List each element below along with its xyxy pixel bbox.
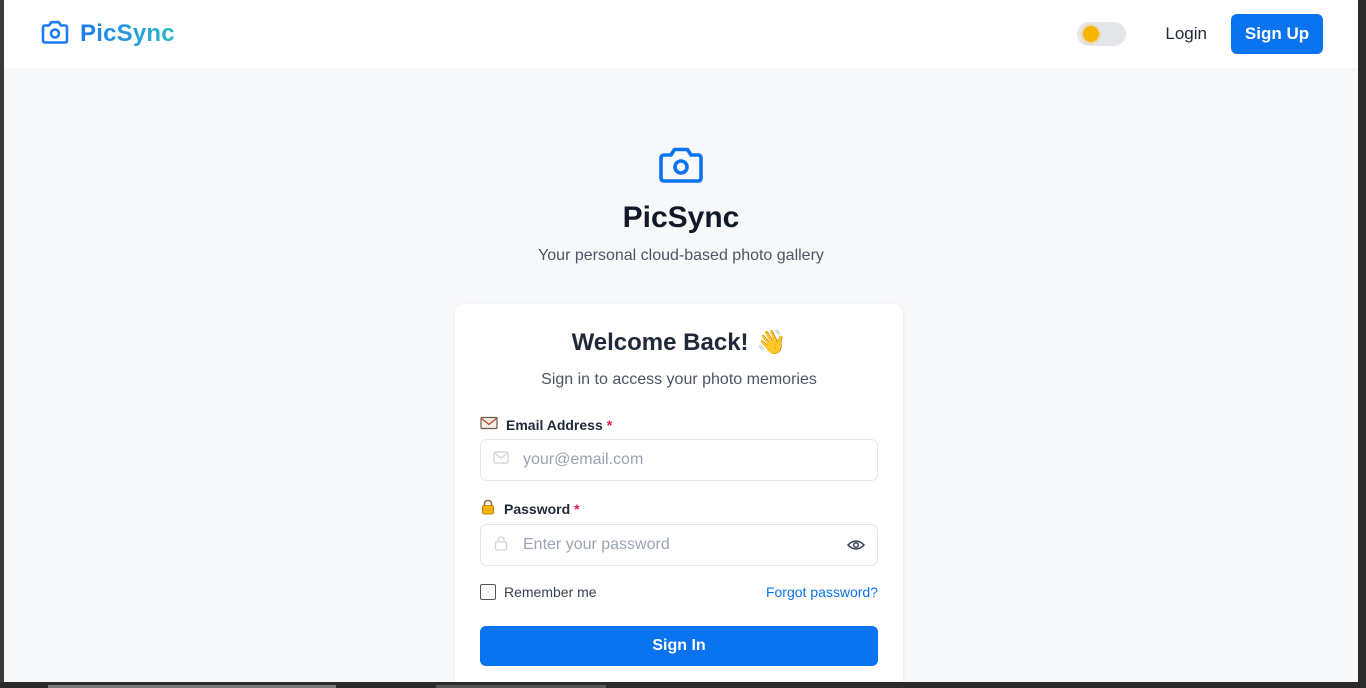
- login-link[interactable]: Login: [1165, 24, 1207, 44]
- brand-logo[interactable]: PicSync: [40, 19, 175, 50]
- hero-title: PicSync: [622, 201, 740, 234]
- signup-button[interactable]: Sign Up: [1231, 14, 1323, 54]
- email-label: Email Address *: [480, 416, 878, 433]
- vertical-scrollbar[interactable]: [1358, 0, 1366, 688]
- options-row: Remember me Forgot password?: [480, 584, 878, 600]
- navbar: PicSync Login Sign Up: [4, 0, 1358, 68]
- password-field[interactable]: [480, 524, 878, 566]
- required-mark: *: [574, 500, 580, 517]
- mail-icon: [493, 451, 509, 469]
- card-subtitle: Sign in to access your photo memories: [541, 371, 817, 388]
- page-viewport: PicSync Login Sign Up PicSync Your perso…: [4, 0, 1358, 682]
- password-label-text: Password: [504, 500, 571, 517]
- theme-toggle[interactable]: [1077, 22, 1127, 46]
- email-label-text: Email Address: [506, 416, 603, 433]
- password-input[interactable]: [523, 536, 847, 554]
- brand-name: PicSync: [80, 20, 175, 47]
- email-field[interactable]: [480, 439, 878, 481]
- remember-checkbox[interactable]: [480, 584, 496, 600]
- hero-subtitle: Your personal cloud-based photo gallery: [538, 247, 824, 264]
- email-input[interactable]: [523, 451, 865, 469]
- camera-icon: [4, 145, 1358, 185]
- camera-icon: [40, 19, 70, 50]
- lock-icon: [493, 535, 509, 556]
- lock-emoji-icon: [480, 499, 496, 518]
- eye-icon[interactable]: [847, 539, 865, 551]
- remember-me[interactable]: Remember me: [480, 584, 597, 600]
- sun-icon: [1083, 26, 1100, 42]
- signin-button[interactable]: Sign In: [480, 626, 878, 666]
- envelope-emoji-icon: [480, 416, 498, 433]
- card-title-text: Welcome Back!: [571, 328, 749, 356]
- waving-hand-icon: 👋: [756, 329, 787, 356]
- nav-actions: Login Sign Up: [1077, 14, 1323, 54]
- remember-label: Remember me: [504, 584, 597, 600]
- horizontal-scrollbar[interactable]: [0, 682, 1366, 688]
- required-mark: *: [606, 416, 613, 433]
- forgot-password-link[interactable]: Forgot password?: [766, 584, 878, 600]
- password-label: Password *: [480, 499, 878, 518]
- login-card: Welcome Back! 👋 Sign in to access your p…: [455, 304, 903, 682]
- card-title: Welcome Back! 👋: [480, 328, 878, 357]
- hero: PicSync Your personal cloud-based photo …: [4, 68, 1358, 265]
